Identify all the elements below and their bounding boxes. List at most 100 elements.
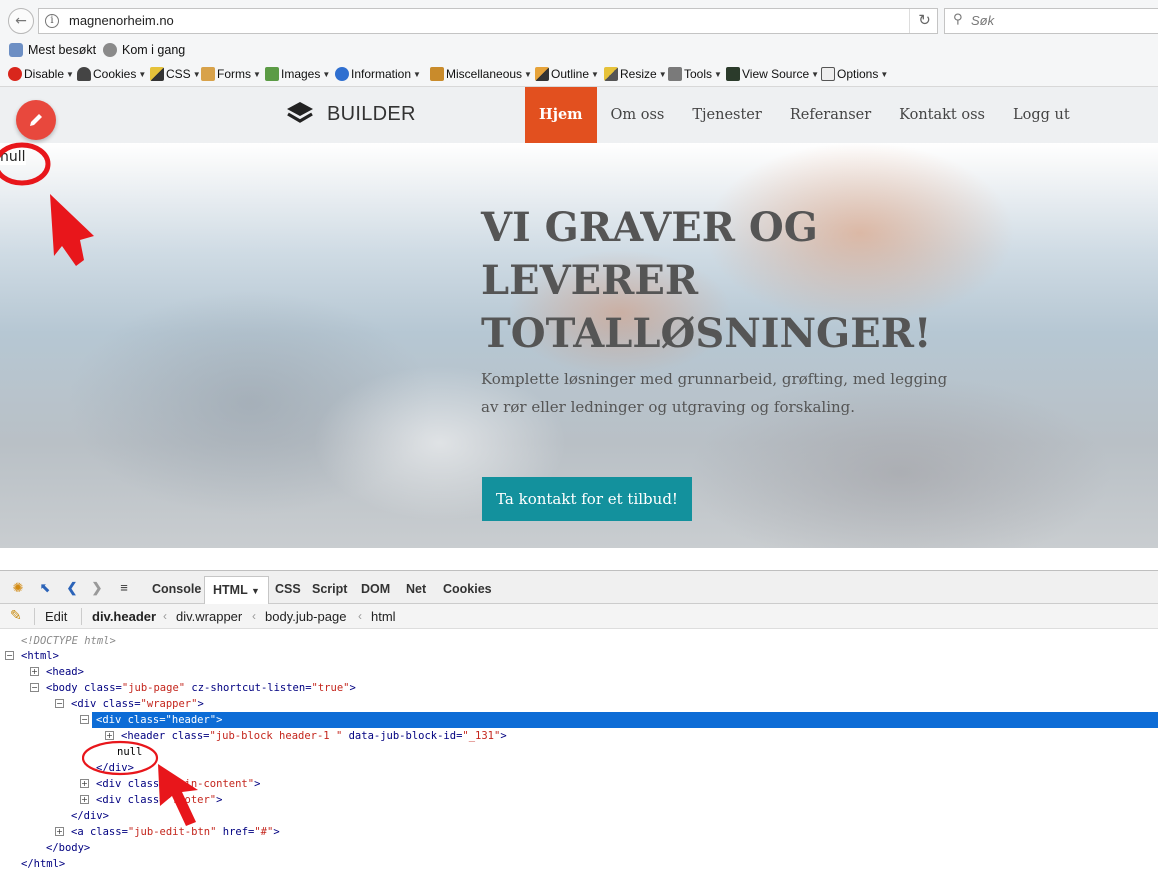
dev-menu-label: Forms [217,67,251,81]
dev-menu-css[interactable]: CSS ▼ [150,67,201,81]
nav-item-om-oss[interactable]: Om oss [597,87,679,143]
tree-node[interactable]: − <div class="wrapper"> [0,696,1158,712]
tag-text: <div class="wrapper"> [71,696,204,712]
tree-node[interactable]: </html> [0,856,1158,872]
brand-name: BUILDER [327,102,416,125]
dev-menu-label: Outline [551,67,590,81]
expand-toggle-icon[interactable]: + [105,731,114,740]
tag-text: </body> [46,842,91,854]
image-icon [265,67,279,81]
dev-menu-information[interactable]: Information ▼ [335,67,421,81]
value-part: "main-content" [165,778,255,790]
tree-node-selected[interactable]: − <div class="header"> [80,712,1158,728]
tag-part: > [254,778,261,790]
tag-text: <a class="jub-edit-btn" href="#"> [71,824,280,840]
dev-menu-tools[interactable]: Tools ▼ [668,67,722,81]
url-bar[interactable]: i magnenorheim.no ↻ [38,8,938,34]
dev-menu-outline[interactable]: Outline ▼ [535,67,599,81]
tree-node[interactable]: <!DOCTYPE html> [0,633,1158,649]
tab-console[interactable]: Console [152,582,201,596]
tag-text: <html> [21,650,59,662]
breadcrumb-item[interactable]: div.wrapper [176,609,242,624]
caret-down-icon: ▼ [66,69,74,79]
contact-cta-button[interactable]: Ta kontakt for et tilbud! [482,477,692,521]
tree-node[interactable]: + <header class="jub-block header-1 " dat… [0,728,1158,744]
reload-button[interactable]: ↻ [909,9,939,33]
collapse-toggle-icon[interactable]: − [30,683,39,692]
info-icon[interactable]: i [45,14,59,28]
search-bar[interactable]: ⚲ Søk [944,8,1158,34]
inspect-icon[interactable]: ⬉ [37,580,53,596]
tree-node[interactable]: − <html> [0,648,1158,664]
nav-item-hjem[interactable]: Hjem [525,87,597,143]
tab-html[interactable]: HTML ▼ [204,576,269,604]
firebug-bug-icon[interactable]: ✺ [10,580,26,596]
expand-toggle-icon[interactable]: + [30,667,39,676]
nav-item-referanser[interactable]: Referanser [776,87,885,143]
bookmark-most-visited[interactable]: Mest besøkt [9,43,96,57]
collapse-toggle-icon[interactable]: − [5,651,14,660]
dev-menu-images[interactable]: Images ▼ [265,67,330,81]
dev-menu-resize[interactable]: Resize ▼ [604,67,667,81]
dev-menu-view-source[interactable]: View Source ▼ [726,67,819,81]
tab-script[interactable]: Script [312,582,347,596]
tab-css[interactable]: CSS [275,582,301,596]
tree-node[interactable]: + <a class="jub-edit-btn" href="#"> [0,824,1158,840]
dev-menu-miscellaneous[interactable]: Miscellaneous ▼ [430,67,532,81]
tree-node[interactable]: + <head> [0,664,1158,680]
collapse-toggle-icon[interactable]: − [55,699,64,708]
dev-menu-label: Information [351,67,412,81]
breadcrumb-item[interactable]: html [371,609,396,624]
expand-toggle-icon[interactable]: + [80,795,89,804]
tree-node[interactable]: </div> [0,760,1158,776]
value-part: "header" [165,714,217,726]
tag-part: > [216,794,223,806]
attr-part: class= [102,698,141,710]
tree-node-text[interactable]: null [0,744,1158,760]
tab-cookies[interactable]: Cookies [443,582,492,596]
dev-menu-forms[interactable]: Forms ▼ [201,67,261,81]
null-text-node: null [117,746,143,758]
expand-toggle-icon[interactable]: + [55,827,64,836]
caret-down-icon: ▼ [253,69,261,79]
command-line-icon[interactable]: ≡ [116,580,132,596]
bookmark-getting-started[interactable]: Kom i gang [103,43,185,57]
dev-menu-disable[interactable]: Disable ▼ [8,67,74,81]
dev-menu-label: Options [837,67,879,81]
back-button[interactable]: ← [8,8,34,34]
value-part: "wrapper" [140,698,198,710]
tree-node[interactable]: </div> [0,808,1158,824]
brand-logo[interactable]: BUILDER [285,100,416,128]
chevron-right-icon[interactable]: ❯ [89,580,105,596]
nav-item-kontakt-oss[interactable]: Kontakt oss [885,87,999,143]
expand-toggle-icon[interactable]: + [80,779,89,788]
tree-node[interactable]: </body> [0,840,1158,856]
tree-node[interactable]: + <div class="main-content"> [0,776,1158,792]
tag-part: <a [71,826,90,838]
dev-menu-options[interactable]: Options ▼ [821,67,888,81]
chevron-left-icon[interactable]: ❮ [64,580,80,596]
tools-icon [668,67,682,81]
edit-button[interactable] [16,100,56,140]
breadcrumb-item[interactable]: div.header [92,609,156,624]
value-part: "footer" [165,794,217,806]
web-page: BUILDER Hjem Om oss Tjenester Referanser… [0,87,1158,548]
tab-net[interactable]: Net [406,582,426,596]
nav-item-tjenester[interactable]: Tjenester [678,87,775,143]
dev-menu-label: CSS [166,67,191,81]
bookmark-label: Kom i gang [122,43,186,57]
tab-dom[interactable]: DOM [361,582,390,596]
edit-button[interactable]: Edit [45,609,67,624]
dev-menu-label: Disable [24,67,65,81]
tree-node[interactable]: − <body class="jub-page" cz-shortcut-list… [0,680,1158,696]
bookmark-label: Mest besøkt [28,43,97,57]
edit-icon[interactable]: ✎ [10,607,22,624]
breadcrumb-item[interactable]: body.jub-page [265,609,346,624]
dev-menu-cookies[interactable]: Cookies ▼ [77,67,146,81]
collapse-toggle-icon[interactable]: − [80,715,89,724]
tag-part: > [273,826,280,838]
doctype-text: <!DOCTYPE html> [21,635,116,647]
nav-item-logg-ut[interactable]: Logg ut [999,87,1084,143]
attr-part: href= [216,826,255,838]
tree-node[interactable]: + <div class="footer"> [0,792,1158,808]
